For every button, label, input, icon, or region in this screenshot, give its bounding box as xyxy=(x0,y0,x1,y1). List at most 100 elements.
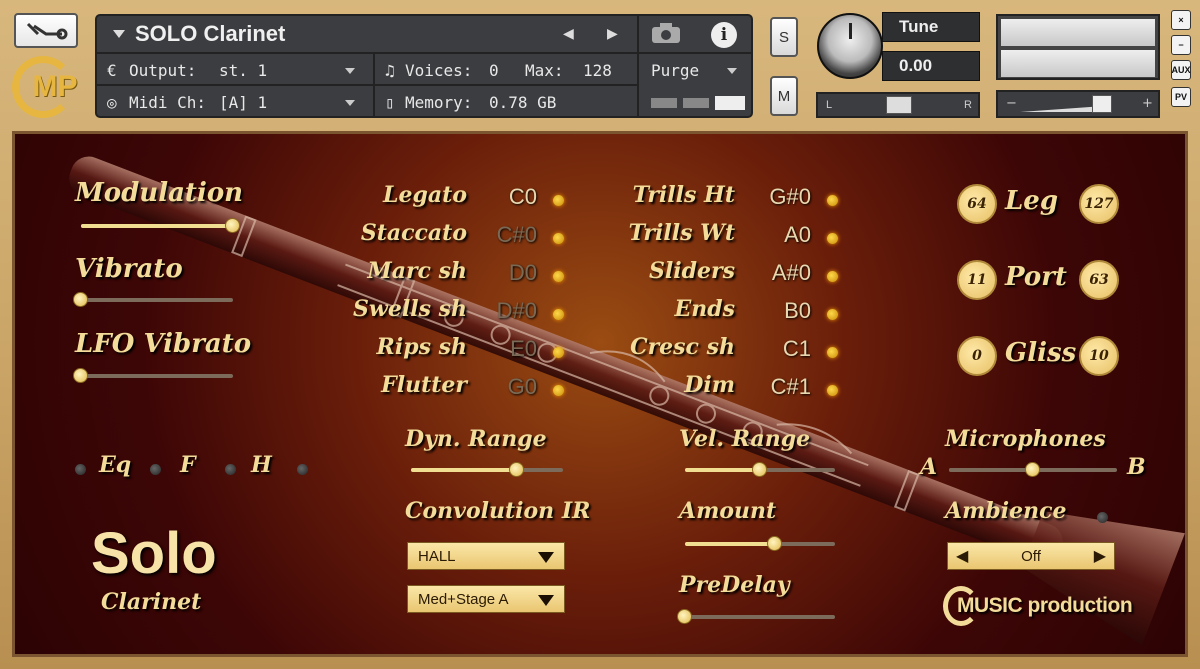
info-icon[interactable]: i xyxy=(711,22,737,48)
slider-handle[interactable] xyxy=(752,462,767,477)
output-dropdown-icon[interactable] xyxy=(345,68,355,74)
keyswitch-note[interactable]: D0 xyxy=(509,260,537,286)
tune-knob[interactable] xyxy=(817,13,883,79)
solo-button[interactable]: S xyxy=(770,17,798,57)
ambience-select[interactable]: ◀ Off ▶ xyxy=(947,542,1115,570)
keyswitch-note[interactable]: G#0 xyxy=(769,184,811,210)
slider-handle[interactable] xyxy=(73,368,88,383)
ambience-label: Ambience xyxy=(945,498,1067,524)
predelay-slider[interactable] xyxy=(677,609,835,624)
pan-slider[interactable]: L R xyxy=(816,92,980,118)
next-instrument-icon[interactable]: ▶ xyxy=(607,26,618,42)
midi-dropdown-icon[interactable] xyxy=(345,100,355,106)
cpu-meter-1 xyxy=(651,98,677,108)
f-label[interactable]: F xyxy=(180,452,196,478)
slider-fill xyxy=(411,468,518,472)
ambience-led[interactable] xyxy=(1097,512,1108,523)
slider-handle[interactable] xyxy=(1025,462,1040,477)
output-select[interactable]: st. 1 xyxy=(219,61,267,80)
aux-button[interactable]: AUX xyxy=(1171,60,1191,80)
keyswitch-led[interactable] xyxy=(553,309,564,320)
keyswitch-led[interactable] xyxy=(827,195,838,206)
keyswitch-led[interactable] xyxy=(553,195,564,206)
ambience-next-icon[interactable]: ▶ xyxy=(1094,546,1106,566)
keyswitch-note[interactable]: A#0 xyxy=(772,260,811,286)
keyswitch-note[interactable]: A0 xyxy=(784,222,811,248)
prev-instrument-icon[interactable]: ◀ xyxy=(563,26,574,42)
purge-button[interactable]: Purge xyxy=(651,61,699,80)
lfo-vibrato-slider[interactable] xyxy=(73,368,233,383)
keyswitch-led[interactable] xyxy=(553,271,564,282)
microphones-slider[interactable] xyxy=(949,462,1117,477)
slider-handle[interactable] xyxy=(225,218,240,233)
keyswitch-note[interactable]: C1 xyxy=(783,336,811,362)
slider-handle[interactable] xyxy=(677,609,692,624)
keyswitch-led[interactable] xyxy=(553,347,564,358)
midi-select[interactable]: [A] 1 xyxy=(219,93,267,112)
eq-led[interactable] xyxy=(75,464,86,475)
level-meter xyxy=(996,14,1160,80)
dropdown-arrow-icon[interactable] xyxy=(538,595,554,606)
slider-fill xyxy=(949,468,1033,472)
keyswitch-led[interactable] xyxy=(827,271,838,282)
amount-slider[interactable] xyxy=(685,536,835,551)
mute-button[interactable]: M xyxy=(770,76,798,116)
minimize-button[interactable]: − xyxy=(1171,35,1191,55)
close-button[interactable]: × xyxy=(1171,10,1191,30)
range-low-value[interactable]: 0 xyxy=(957,336,997,376)
keyswitch-note[interactable]: E0 xyxy=(510,336,537,362)
wrench-icon xyxy=(26,22,68,39)
keyswitch-note[interactable]: C0 xyxy=(509,184,537,210)
volume-slider[interactable]: − + xyxy=(996,90,1160,118)
vel-range-label: Vel. Range xyxy=(679,426,811,452)
purge-dropdown-icon[interactable] xyxy=(727,68,737,74)
convolution-type-select[interactable]: HALL xyxy=(407,542,565,570)
keyswitch-note[interactable]: B0 xyxy=(784,298,811,324)
volume-handle[interactable] xyxy=(1092,95,1112,113)
range-low-value[interactable]: 11 xyxy=(957,260,997,300)
tune-value[interactable]: 0.00 xyxy=(882,51,980,81)
f-led[interactable] xyxy=(150,464,161,475)
keyswitch-name: Flutter xyxy=(381,372,467,398)
pv-button[interactable]: PV xyxy=(1171,87,1191,107)
modulation-slider[interactable] xyxy=(81,218,240,233)
pan-handle[interactable] xyxy=(886,96,912,114)
camera-icon[interactable] xyxy=(649,20,687,48)
keyswitch-note[interactable]: G0 xyxy=(508,374,537,400)
eq-label[interactable]: Eq xyxy=(99,452,131,478)
range-high-value[interactable]: 63 xyxy=(1079,260,1119,300)
range-low-value[interactable]: 64 xyxy=(957,184,997,224)
microphones-label: Microphones xyxy=(945,426,1106,452)
vibrato-slider[interactable] xyxy=(73,292,233,307)
max-value[interactable]: 128 xyxy=(583,61,612,80)
slider-handle[interactable] xyxy=(767,536,782,551)
ambience-prev-icon[interactable]: ◀ xyxy=(956,546,968,566)
vel-range-slider[interactable] xyxy=(685,462,835,477)
keyswitch-led[interactable] xyxy=(827,233,838,244)
h-label[interactable]: H xyxy=(251,452,272,478)
h-led[interactable] xyxy=(225,464,236,475)
dyn-range-slider[interactable] xyxy=(411,462,563,477)
keyswitch-led[interactable] xyxy=(553,233,564,244)
amount-label: Amount xyxy=(679,498,777,524)
range-high-value[interactable]: 10 xyxy=(1079,336,1119,376)
keyswitch-led[interactable] xyxy=(827,309,838,320)
keyswitch-led[interactable] xyxy=(827,347,838,358)
slider-handle[interactable] xyxy=(73,292,88,307)
dropdown-arrow-icon[interactable] xyxy=(538,552,554,563)
keyswitch-name: Sliders xyxy=(649,258,735,284)
range-high-value[interactable]: 127 xyxy=(1079,184,1119,224)
keyswitch-note[interactable]: C#1 xyxy=(771,374,811,400)
meter-right xyxy=(1001,50,1155,77)
keyswitch-led[interactable] xyxy=(553,385,564,396)
keyswitch-note[interactable]: D#0 xyxy=(497,298,537,324)
wrench-button[interactable] xyxy=(14,13,78,48)
instrument-title[interactable]: SOLO Clarinet xyxy=(135,21,285,47)
convolution-preset-select[interactable]: Med+Stage A xyxy=(407,585,565,613)
collapse-icon[interactable] xyxy=(113,30,125,38)
keyswitch-note[interactable]: C#0 xyxy=(497,222,537,248)
eq-extra-led[interactable] xyxy=(297,464,308,475)
keyswitch-led[interactable] xyxy=(827,385,838,396)
keyswitch-name: Ends xyxy=(674,296,735,322)
output-label: Output: xyxy=(129,61,197,80)
